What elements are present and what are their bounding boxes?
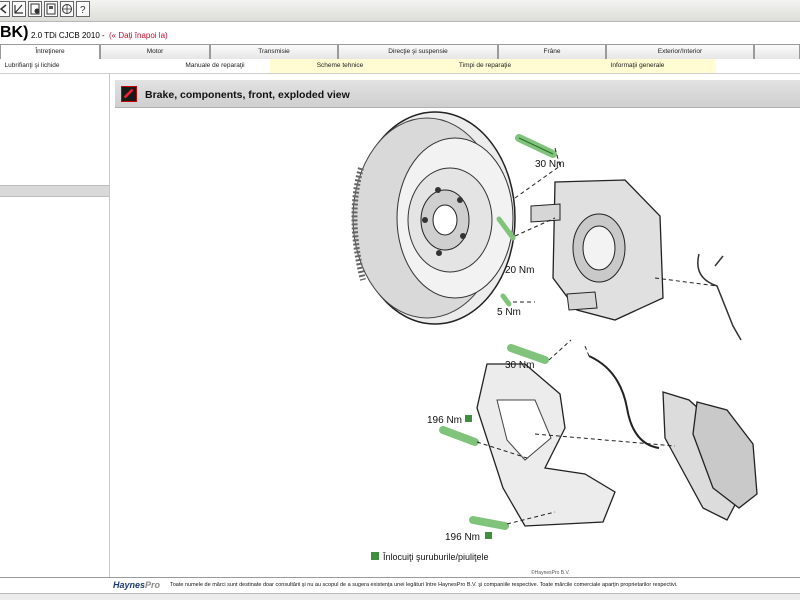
torque-label: 196 Nm: [445, 532, 480, 543]
subtab-lubricants[interactable]: Lubrifianţi şi lichide: [0, 59, 64, 73]
wear-sensor-cable: [588, 355, 660, 449]
torque-label: 196 Nm: [427, 415, 462, 426]
torque-label: 30 Nm: [505, 360, 534, 371]
bolt: [515, 134, 557, 158]
sidebar: [0, 74, 110, 577]
brake-exploded-diagram: 30 Nm 20 Nm 5 Nm 30 Nm 196 Nm 196 Nm Înl…: [351, 111, 758, 576]
brake-pads: [662, 391, 758, 521]
torque-label: 30 Nm: [535, 159, 564, 170]
legend-text: Înlocuiţi şuruburile/piuliţele: [382, 552, 489, 562]
bolt: [500, 293, 512, 307]
torque-label: 20 Nm: [505, 265, 534, 276]
tab-transmission[interactable]: Transmisie: [210, 44, 338, 59]
sub-tabs: Lubrifianţi şi lichide Manuale de repara…: [0, 59, 800, 74]
settings-icon[interactable]: [28, 1, 42, 17]
tab-exterior-interior[interactable]: Exterior/Interior: [606, 44, 754, 59]
subtab-repair-times[interactable]: Timpi de reparaţie: [410, 59, 560, 73]
diagram-title-bar: Brake, components, front, exploded view: [115, 80, 800, 108]
haynespro-logo: HaynesPro: [113, 580, 161, 590]
anti-rattle-spring: [697, 253, 742, 341]
sidebar-divider[interactable]: [0, 185, 109, 197]
back-icon[interactable]: [0, 1, 10, 17]
footer-notice: Toate numele de mărci sunt destinate doa…: [170, 582, 678, 588]
replace-marker: [485, 532, 492, 539]
footer: HaynesPro Toate numele de mărci sunt des…: [0, 577, 800, 593]
back-link[interactable]: (« Daţi înapoi la): [109, 31, 168, 40]
brake-diagram-icon: [121, 86, 137, 102]
edit-icon[interactable]: [12, 1, 26, 17]
tab-maintenance[interactable]: Întreţinere: [0, 44, 100, 59]
engine-description: 2.0 TDi CJCB 2010 -: [31, 31, 105, 40]
bolt: [507, 344, 549, 364]
toolbar: ?: [0, 0, 800, 22]
replace-marker: [465, 415, 472, 422]
bolt: [439, 426, 479, 446]
legend-marker: [371, 552, 379, 560]
caliper-carrier: [476, 363, 616, 527]
vehicle-code: BK): [0, 24, 29, 41]
subtab-technical-drawings[interactable]: Scheme tehnice: [270, 59, 410, 73]
content-panel: Brake, components, front, exploded view: [115, 80, 800, 577]
tab-more[interactable]: [754, 44, 800, 59]
status-bar: [0, 593, 800, 600]
copyright: ©HaynesPro B.V.: [531, 569, 570, 576]
tab-brakes[interactable]: Frâne: [498, 44, 606, 59]
tab-steering-suspension[interactable]: Direcţie şi suspensie: [338, 44, 498, 59]
brake-caliper: [530, 179, 664, 321]
tab-engine[interactable]: Motor: [100, 44, 210, 59]
brake-disc: [351, 111, 516, 325]
subtab-general-information[interactable]: Informaţii generale: [560, 59, 715, 73]
bolt: [469, 516, 509, 530]
main-tabs: Întreţinere Motor Transmisie Direcţie şi…: [0, 44, 800, 59]
print-icon[interactable]: [44, 1, 58, 17]
svg-text:?: ?: [80, 5, 86, 16]
help-icon[interactable]: ?: [76, 1, 90, 17]
globe-icon[interactable]: [60, 1, 74, 17]
torque-label: 5 Nm: [497, 307, 521, 318]
diagram-title: Brake, components, front, exploded view: [145, 89, 350, 101]
